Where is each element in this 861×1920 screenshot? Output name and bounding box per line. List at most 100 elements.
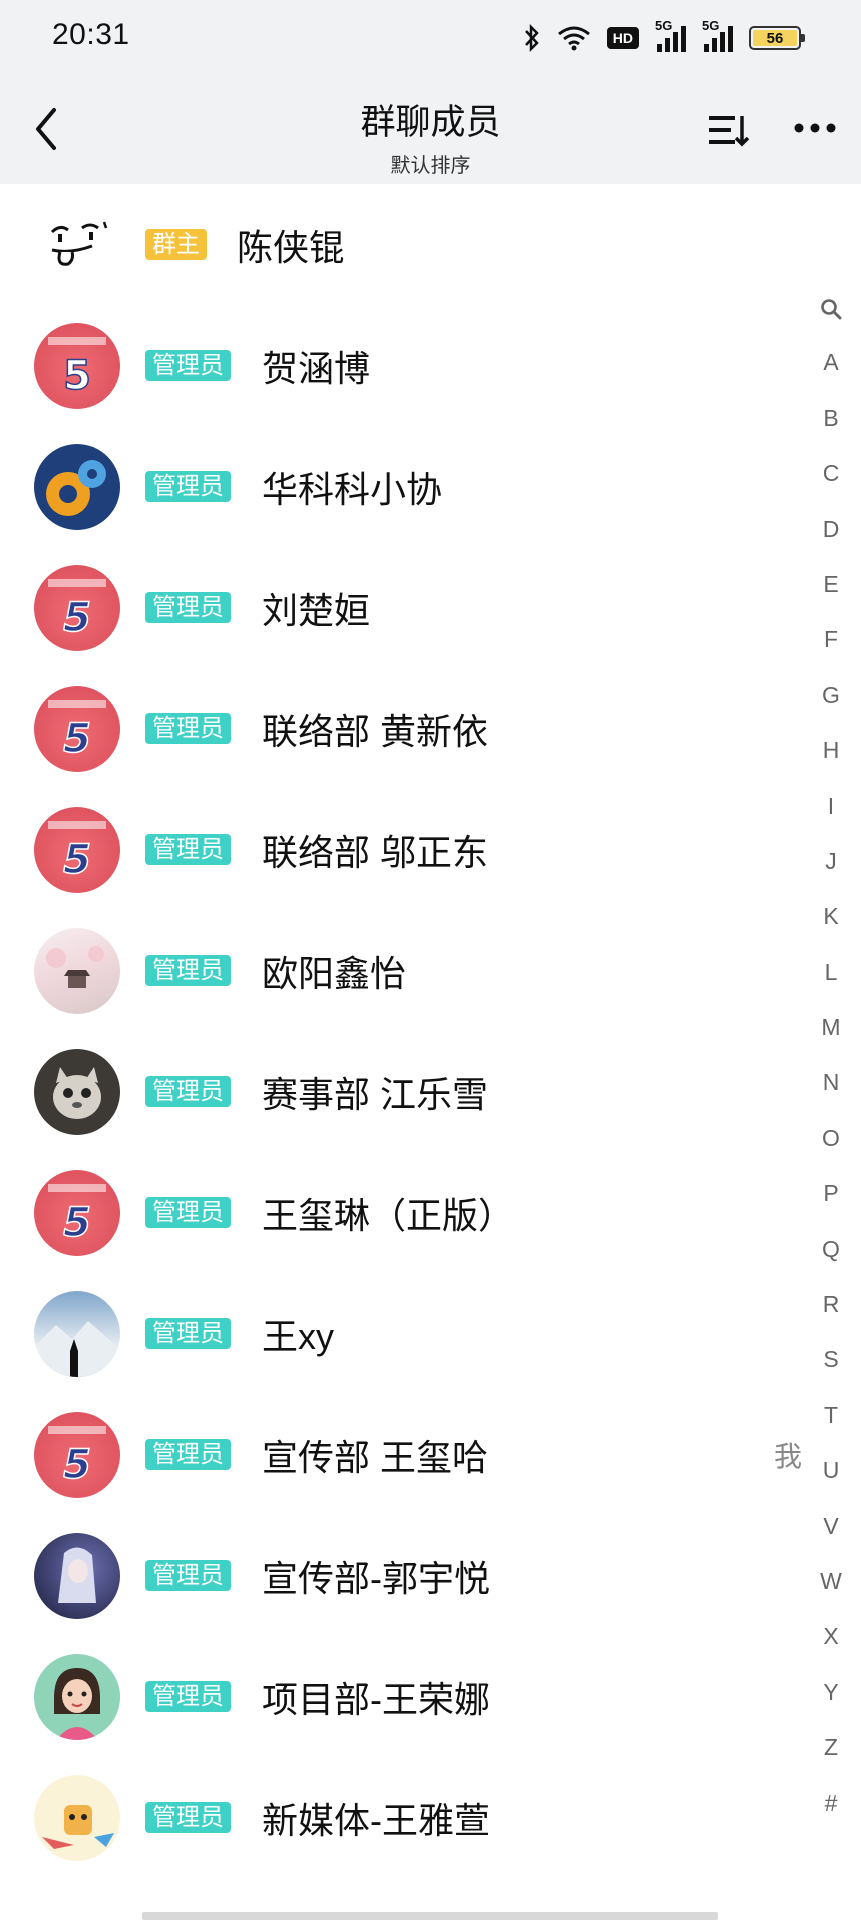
avatar[interactable] xyxy=(34,1048,120,1135)
admin-badge: 管理员 xyxy=(145,834,231,865)
avatar[interactable] xyxy=(34,1774,120,1861)
event-logo-icon: 5 xyxy=(48,699,106,762)
member-row[interactable]: 群主 陈侠锟 xyxy=(0,184,820,305)
member-row[interactable]: 5 管理员 王玺琳（正版） xyxy=(0,1152,820,1273)
index-letter[interactable]: F xyxy=(801,612,861,667)
index-letter[interactable]: R xyxy=(801,1277,861,1332)
partial-next-row xyxy=(142,1912,718,1920)
admin-badge: 管理员 xyxy=(145,350,231,381)
index-letter[interactable]: # xyxy=(801,1776,861,1831)
hd-icon: HD xyxy=(606,27,639,49)
cartoon-girl-icon xyxy=(54,1667,100,1740)
index-letter[interactable]: B xyxy=(801,391,861,446)
avatar[interactable] xyxy=(34,201,120,288)
index-letter[interactable]: P xyxy=(801,1166,861,1221)
index-letter[interactable]: L xyxy=(801,945,861,1000)
pavilion-photo-icon xyxy=(46,945,104,988)
index-letter[interactable]: M xyxy=(801,1000,861,1055)
avatar[interactable]: 5 xyxy=(34,1169,120,1256)
alphabet-index[interactable]: A B C D E F G H I J K L M N O P Q R S T … xyxy=(801,280,861,1831)
member-row[interactable]: 管理员 王xy xyxy=(0,1273,820,1394)
member-row[interactable]: 管理员 华科科小协 xyxy=(0,426,820,547)
index-letter[interactable]: U xyxy=(801,1443,861,1498)
member-row[interactable]: 5 管理员 贺涵博 xyxy=(0,305,820,426)
battery-level: 56 xyxy=(753,30,797,47)
admin-badge: 管理员 xyxy=(145,592,231,623)
avatar[interactable] xyxy=(34,927,120,1014)
header-bar: 群聊成员 默认排序 xyxy=(0,74,861,184)
admin-badge: 管理员 xyxy=(145,1318,231,1349)
index-letter[interactable]: W xyxy=(801,1554,861,1609)
avatar[interactable]: 5 xyxy=(34,685,120,772)
status-bar: 20:31 HD 5G 5G 56 xyxy=(0,0,861,74)
index-letter[interactable]: Y xyxy=(801,1665,861,1720)
member-row[interactable]: 管理员 赛事部 江乐雪 xyxy=(0,1031,820,1152)
index-search-icon[interactable] xyxy=(801,280,861,335)
member-row[interactable]: 管理员 宣传部-郭宇悦 xyxy=(0,1515,820,1636)
index-letter[interactable]: K xyxy=(801,889,861,944)
index-letter[interactable]: G xyxy=(801,668,861,723)
member-row[interactable]: 5 管理员 宣传部 王玺哈 我 xyxy=(0,1394,820,1515)
avatar[interactable] xyxy=(34,1532,120,1619)
admin-badge: 管理员 xyxy=(145,471,231,502)
event-logo-icon: 5 xyxy=(48,1425,106,1488)
index-letter[interactable]: J xyxy=(801,834,861,889)
index-letter[interactable]: T xyxy=(801,1388,861,1443)
wifi-icon xyxy=(557,25,591,51)
event-logo-icon: 5 xyxy=(48,336,106,399)
bluetooth-icon xyxy=(523,24,541,52)
index-letter[interactable]: D xyxy=(801,502,861,557)
index-letter[interactable]: A xyxy=(801,335,861,390)
index-letter[interactable]: Q xyxy=(801,1222,861,1277)
signal-1-label: 5G xyxy=(655,18,673,33)
index-letter[interactable]: I xyxy=(801,779,861,834)
avatar[interactable]: 5 xyxy=(34,1411,120,1498)
sort-mode-label: 默认排序 xyxy=(390,155,471,177)
member-row[interactable]: 管理员 项目部-王荣娜 xyxy=(0,1636,820,1757)
index-letter[interactable]: V xyxy=(801,1499,861,1554)
avatar[interactable] xyxy=(34,1290,120,1377)
member-row[interactable]: 管理员 新媒体-王雅萱 xyxy=(0,1757,820,1878)
avatar[interactable]: 5 xyxy=(34,564,120,651)
sort-button[interactable] xyxy=(707,112,751,148)
index-letter[interactable]: S xyxy=(801,1332,861,1387)
index-letter[interactable]: O xyxy=(801,1111,861,1166)
member-name: 宣传部 王玺哈 xyxy=(262,1436,489,1478)
member-row[interactable]: 5 管理员 联络部 黄新依 xyxy=(0,668,820,789)
member-row[interactable]: 5 管理员 联络部 邬正东 xyxy=(0,789,820,910)
member-name: 王xy xyxy=(262,1315,335,1357)
member-name: 联络部 黄新依 xyxy=(262,710,489,752)
index-letter[interactable]: E xyxy=(801,557,861,612)
admin-badge: 管理员 xyxy=(145,1802,231,1833)
gear-icon xyxy=(46,459,106,516)
self-indicator: 我 xyxy=(774,1440,803,1472)
mountain-photo-icon xyxy=(34,1320,120,1377)
index-letter[interactable]: C xyxy=(801,446,861,501)
admin-badge: 管理员 xyxy=(145,713,231,744)
admin-badge: 管理员 xyxy=(145,1439,231,1470)
avatar[interactable]: 5 xyxy=(34,806,120,893)
member-row[interactable]: 管理员 欧阳鑫怡 xyxy=(0,910,820,1031)
admin-badge: 管理员 xyxy=(145,1681,231,1712)
avatar[interactable] xyxy=(34,443,120,530)
index-letter[interactable]: N xyxy=(801,1055,861,1110)
member-row[interactable]: 5 管理员 刘楚姮 xyxy=(0,547,820,668)
member-name: 王玺琳（正版） xyxy=(262,1194,515,1236)
svg-text:5: 5 xyxy=(63,595,91,641)
event-logo-icon: 5 xyxy=(48,820,106,883)
index-letter[interactable]: Z xyxy=(801,1720,861,1775)
index-letter[interactable]: H xyxy=(801,723,861,778)
index-letter[interactable]: X xyxy=(801,1609,861,1664)
member-name: 陈侠锟 xyxy=(237,226,346,268)
status-time: 20:31 xyxy=(52,18,130,51)
svg-text:5: 5 xyxy=(63,1200,91,1246)
more-button[interactable] xyxy=(793,116,837,140)
member-list: 群主 陈侠锟 5 管理员 贺涵博 管理员 华科科小协 5 管理员 刘楚姮 5 管… xyxy=(0,184,820,1878)
member-name: 赛事部 江乐雪 xyxy=(262,1073,489,1115)
admin-badge: 管理员 xyxy=(145,955,231,986)
event-logo-icon: 5 xyxy=(48,1183,106,1246)
member-name: 华科科小协 xyxy=(262,468,443,510)
avatar[interactable] xyxy=(34,1653,120,1740)
sort-icon xyxy=(709,116,750,147)
avatar[interactable]: 5 xyxy=(34,322,120,409)
